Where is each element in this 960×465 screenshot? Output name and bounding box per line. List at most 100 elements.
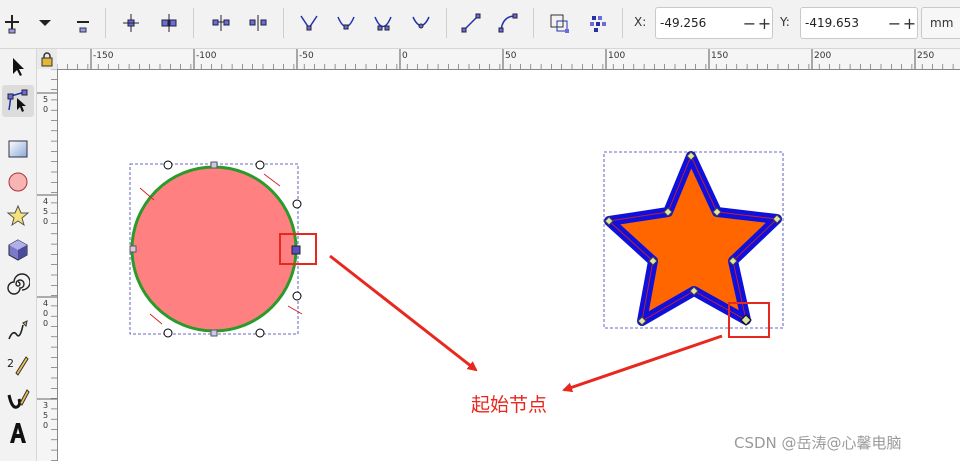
drawing-canvas[interactable]: 起始节点 CSDN @岳涛@心馨电脑: [58, 70, 960, 461]
toolbar-separator: [283, 8, 284, 38]
ruler-tick-label: 0: [43, 105, 48, 114]
insert-node-menu-button[interactable]: [32, 10, 58, 36]
join-nodes-button[interactable]: [118, 10, 144, 36]
ruler-tick-label: 3: [43, 401, 48, 410]
curve-segment-icon: [498, 13, 518, 33]
auto-smooth-node-button[interactable]: [408, 10, 434, 36]
circle-rotate-handle[interactable]: [292, 199, 302, 209]
lock-icon: [41, 52, 53, 67]
smooth-node-button[interactable]: [333, 10, 359, 36]
pen-tool[interactable]: 2: [2, 349, 34, 381]
break-path-button[interactable]: [156, 10, 182, 36]
chevron-down-icon: [39, 20, 51, 26]
circle-rotate-handle[interactable]: [255, 328, 265, 338]
make-curve-button[interactable]: [495, 10, 521, 36]
circle-node-left[interactable]: [129, 245, 137, 253]
x-coordinate-input[interactable]: [656, 8, 742, 38]
arrow-pointer-icon: [13, 58, 24, 76]
x-decrement-button[interactable]: −: [742, 9, 757, 37]
star-object[interactable]: [604, 151, 782, 326]
selector-tool[interactable]: [2, 51, 34, 83]
stroke-to-path-button[interactable]: [584, 10, 610, 36]
toolbar-separator: [446, 8, 447, 38]
arrow-to-circle-node: [329, 254, 478, 372]
object-to-path-icon: [550, 14, 569, 33]
circle-start-node[interactable]: [291, 245, 301, 255]
circle-rotate-handle[interactable]: [163, 160, 173, 170]
3d-box-tool[interactable]: [2, 234, 34, 266]
y-decrement-button[interactable]: −: [887, 9, 902, 37]
delete-segment-button[interactable]: [245, 10, 271, 36]
ruler-tick-label: 200: [814, 51, 831, 61]
ellipse-tool[interactable]: [2, 166, 34, 198]
ruler-tick-label: 100: [608, 51, 625, 61]
canvas-drawing: 起始节点 CSDN @岳涛@心馨电脑: [129, 151, 902, 452]
start-node-annotation: 起始节点: [471, 394, 547, 416]
3d-box-icon: [8, 239, 28, 261]
circle-node-bottom[interactable]: [210, 329, 218, 337]
ruler-tick-label: 4: [43, 299, 48, 308]
pencil-icon: [8, 320, 28, 340]
stroke-to-path-icon: [590, 16, 606, 32]
unit-select[interactable]: mm: [921, 7, 960, 39]
horizontal-ruler-scale: -150 -100 -50 0 50 100 150 200 250: [56, 49, 954, 69]
svg-text:2: 2: [7, 357, 14, 370]
vertical-ruler[interactable]: 50450400350: [37, 68, 58, 461]
horizontal-ruler[interactable]: -150 -100 -50 0 50 100 150 200 250: [56, 49, 960, 70]
text-tool[interactable]: [2, 417, 34, 449]
join-segment-button[interactable]: [208, 10, 234, 36]
delete-node-button[interactable]: [70, 10, 96, 36]
circle-rotate-handle[interactable]: [255, 160, 265, 170]
delete-node-icon: [77, 21, 89, 33]
ruler-tick-label: -50: [299, 51, 314, 61]
symmetric-node-button[interactable]: [370, 10, 396, 36]
make-line-button[interactable]: [458, 10, 484, 36]
toolbar-separator: [533, 8, 534, 38]
circle-rotate-handle[interactable]: [292, 291, 302, 301]
line-segment-icon: [461, 13, 481, 33]
calligraphy-icon: [7, 389, 30, 409]
toolbar-separator: [193, 8, 194, 38]
ruler-tick-label: 0: [43, 319, 48, 328]
join-segment-icon: [212, 15, 230, 31]
spiral-tool[interactable]: [2, 268, 34, 300]
y-coordinate-label: Y:: [780, 15, 790, 29]
y-coordinate-input[interactable]: [801, 8, 887, 38]
ruler-tick-label: 4: [43, 197, 48, 206]
symmetric-node-icon: [374, 16, 392, 31]
star-tool[interactable]: [2, 200, 34, 232]
ruler-tick-label: -150: [93, 51, 114, 61]
ruler-tick-label: -100: [196, 51, 217, 61]
x-increment-button[interactable]: +: [757, 9, 772, 37]
watermark-text: CSDN @岳涛@心馨电脑: [734, 434, 902, 452]
toolbar-separator: [622, 8, 623, 38]
ruler-tick-label: 0: [43, 309, 48, 318]
circle-node-top[interactable]: [210, 161, 218, 169]
ruler-tick-label: 250: [917, 51, 934, 61]
unit-select-value: mm: [930, 16, 954, 30]
ruler-lock-corner[interactable]: [37, 49, 57, 69]
circle-rotate-handle[interactable]: [163, 328, 173, 338]
calligraphy-tool[interactable]: [2, 383, 34, 415]
rectangle-tool[interactable]: [2, 133, 34, 165]
object-to-path-button[interactable]: [546, 10, 572, 36]
pencil-tool[interactable]: [2, 315, 34, 347]
node-toolbar: X: − + Y: − + mm: [0, 0, 960, 49]
rectangle-icon: [8, 140, 28, 158]
x-coordinate-field: − +: [655, 7, 773, 39]
cusp-node-button[interactable]: [296, 10, 322, 36]
cusp-node-icon: [300, 15, 318, 31]
node-editor-icon: [7, 89, 28, 112]
toolbox: 2: [0, 49, 37, 461]
y-increment-button[interactable]: +: [902, 9, 917, 37]
ruler-tick-label: 0: [43, 421, 48, 430]
pen-icon: 2: [7, 356, 29, 376]
join-nodes-icon: [123, 14, 139, 32]
break-path-icon: [161, 14, 177, 32]
x-coordinate-label: X:: [634, 15, 647, 29]
text-tool-icon: [10, 423, 26, 443]
node-tool[interactable]: [2, 85, 34, 117]
circle-object[interactable]: [130, 165, 298, 333]
insert-node-button[interactable]: [0, 10, 26, 36]
ruler-tick-label: 5: [43, 411, 48, 420]
